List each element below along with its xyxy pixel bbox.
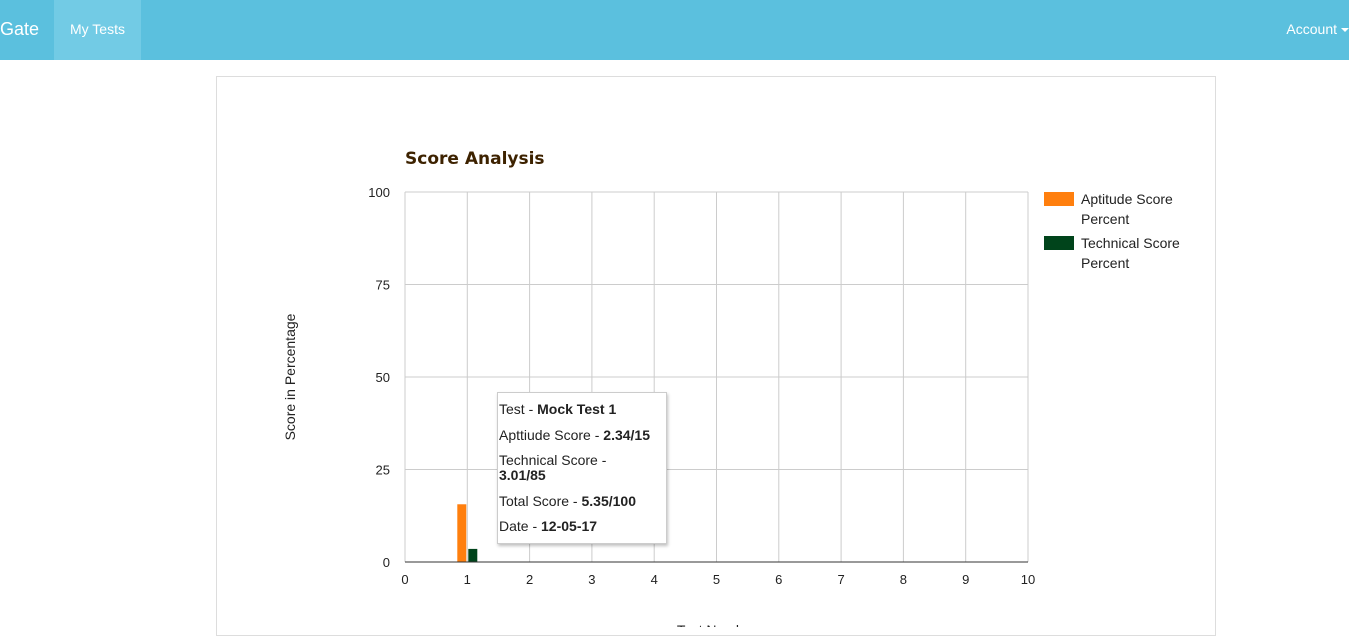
legend-label: Percent	[1081, 255, 1129, 271]
score-chart: 0 1 2 3 4 5 6 7 8 9 100255075100Score AnalysisScor…	[282, 149, 1180, 627]
x-tick-label: 3	[588, 572, 595, 587]
caret-down-icon	[1341, 28, 1349, 33]
y-tick-label: 100	[368, 185, 390, 200]
x-tick-label: 1	[464, 572, 471, 587]
chart-panel: 0 1 2 3 4 5 6 7 8 9 10 0 25 50 75 100 Score Analysis Scor…	[216, 76, 1216, 636]
account-dropdown[interactable]: Account	[1286, 0, 1349, 60]
tooltip-technical-value: 3.01/85	[499, 467, 546, 483]
x-tick-label: 4	[651, 572, 658, 587]
legend-label: Aptitude Score	[1081, 191, 1173, 207]
y-tick-label: 25	[376, 463, 390, 478]
legend-label: Percent	[1081, 211, 1129, 227]
tooltip-total: Total Score - 5.35/100	[499, 493, 636, 509]
x-tick-label: 5	[713, 572, 720, 587]
x-tick-label: 2	[526, 572, 533, 587]
y-axis-label: Score in Percentage	[282, 313, 298, 440]
legend-swatch	[1044, 192, 1074, 206]
nav-my-tests[interactable]: My Tests	[54, 0, 141, 60]
bar-aptitude	[457, 504, 467, 562]
x-tick-label: 7	[837, 572, 844, 587]
legend-swatch	[1044, 236, 1074, 250]
x-tick-label: 0	[401, 572, 408, 587]
tooltip-technical-label: Technical Score -	[499, 452, 607, 468]
legend-label: Technical Score	[1081, 235, 1180, 251]
tooltip-aptitude: Apttiude Score - 2.34/15	[499, 427, 650, 443]
y-tick-label: 0	[383, 555, 390, 570]
tooltip-date: Date - 12-05-17	[499, 518, 598, 534]
x-axis-label: Test Number	[677, 622, 757, 627]
tooltip-test: Test - Mock Test 1	[499, 401, 617, 417]
account-label: Account	[1286, 21, 1337, 37]
x-tick-label: 10	[1021, 572, 1035, 587]
x-tick-label: 9	[962, 572, 969, 587]
chart-title: Score Analysis	[405, 149, 545, 169]
x-tick-label: 8	[900, 572, 907, 587]
chart-tooltip: Test - Mock Test 1 Apttiude Score - 2.34…	[497, 392, 667, 544]
top-navbar: Gate My Tests Account	[0, 0, 1349, 60]
y-tick-label: 75	[376, 278, 390, 293]
bar-technical	[468, 548, 478, 562]
x-tick-label: 6	[775, 572, 782, 587]
y-tick-label: 50	[376, 370, 390, 385]
brand-link[interactable]: Gate	[0, 0, 39, 60]
